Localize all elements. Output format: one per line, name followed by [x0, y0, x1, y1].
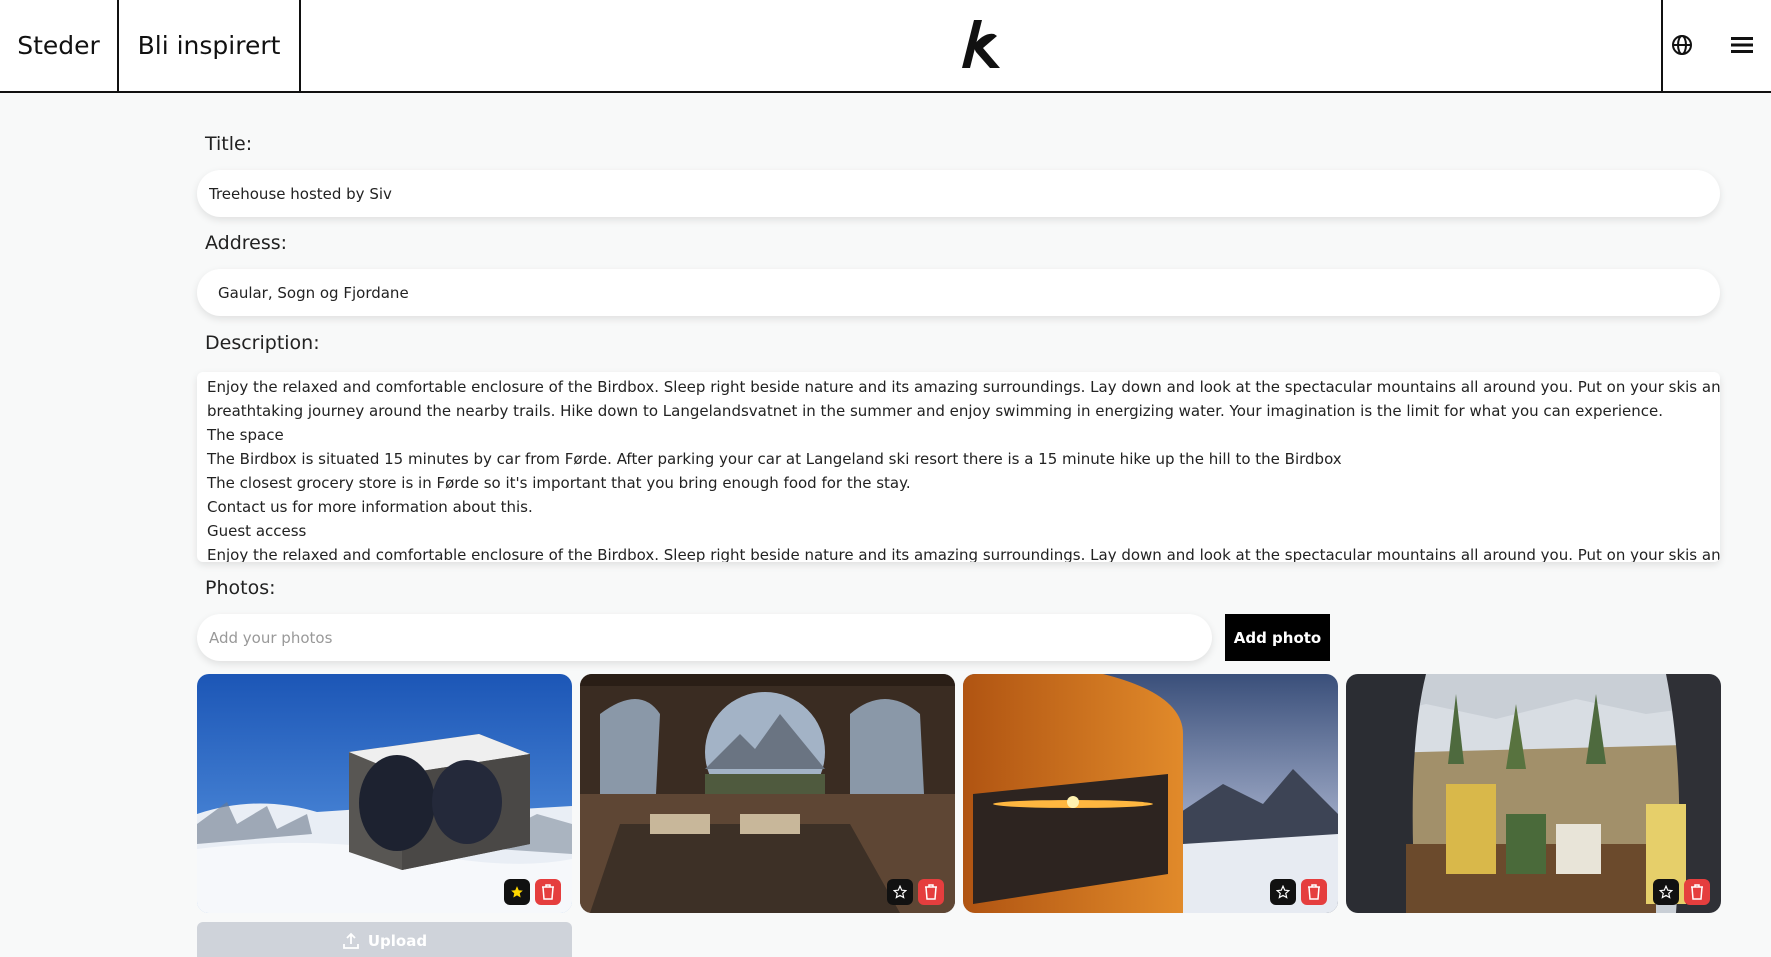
delete-photo-button[interactable] [1684, 879, 1710, 905]
description-line: breathtaking journey around the nearby t… [207, 402, 1664, 420]
upload-label: Upload [367, 932, 428, 950]
address-label: Address: [205, 232, 288, 254]
star-button[interactable] [504, 879, 530, 905]
birdbox-interior-bed-photo [580, 674, 955, 913]
title-input[interactable] [197, 170, 1720, 217]
interior-table-view-photo [1346, 674, 1721, 913]
trash-icon [925, 884, 937, 900]
add-photo-button[interactable]: Add photo [1225, 614, 1330, 661]
photo-card [197, 674, 572, 913]
photo-card [1346, 674, 1721, 913]
upload-button[interactable]: Upload [197, 922, 572, 957]
trash-icon [1691, 884, 1703, 900]
address-input[interactable] [197, 269, 1720, 316]
description-line: Enjoy the relaxed and comfortable enclos… [207, 378, 1720, 396]
star-icon [1659, 885, 1673, 899]
photo-card [580, 674, 955, 913]
snowy-birdbox-photo [197, 674, 572, 913]
delete-photo-button[interactable] [918, 879, 944, 905]
description-textarea[interactable]: Enjoy the relaxed and comfortable enclos… [197, 372, 1720, 562]
star-button[interactable] [1653, 879, 1679, 905]
photo-url-input[interactable] [197, 614, 1212, 661]
logo[interactable] [956, 18, 1006, 70]
delete-photo-button[interactable] [1301, 879, 1327, 905]
trash-icon [1308, 884, 1320, 900]
nav-tab-steder[interactable]: Steder [0, 0, 119, 91]
menu-icon[interactable] [1727, 30, 1757, 60]
description-line: Contact us for more information about th… [207, 498, 533, 516]
delete-photo-button[interactable] [535, 879, 561, 905]
photos-label: Photos: [205, 577, 276, 599]
photo-card [963, 674, 1338, 913]
upload-icon [342, 932, 359, 949]
description-label: Description: [205, 332, 320, 354]
star-icon [1276, 885, 1290, 899]
description-line: The closest grocery store is in Førde so… [207, 474, 911, 492]
description-line: Guest access [207, 522, 307, 540]
star-icon [511, 886, 523, 898]
title-label: Title: [205, 133, 253, 155]
star-button[interactable] [1270, 879, 1296, 905]
description-line: The Birdbox is situated 15 minutes by ca… [207, 450, 1342, 468]
sunset-reflection-photo [963, 674, 1338, 913]
nav-tab-bli-inspirert[interactable]: Bli inspirert [119, 0, 301, 91]
trash-icon [542, 884, 554, 900]
star-button[interactable] [887, 879, 913, 905]
star-icon [893, 885, 907, 899]
description-line: Enjoy the relaxed and comfortable enclos… [207, 546, 1720, 562]
globe-icon[interactable] [1667, 30, 1697, 60]
top-navigation-bar: Steder Bli inspirert [0, 0, 1771, 93]
description-line: The space [207, 426, 284, 444]
